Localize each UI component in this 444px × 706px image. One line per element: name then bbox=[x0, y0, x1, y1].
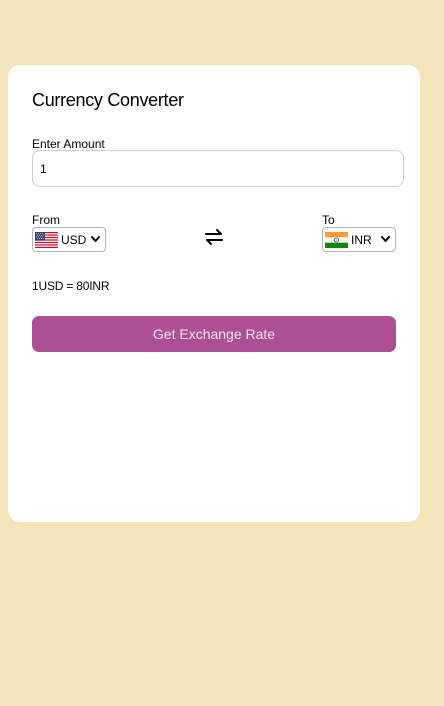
amount-label: Enter Amount bbox=[32, 137, 105, 151]
get-exchange-rate-button[interactable]: Get Exchange Rate bbox=[32, 316, 396, 352]
swap-arrows-icon[interactable] bbox=[204, 227, 224, 247]
page-title: Currency Converter bbox=[32, 90, 184, 110]
to-currency-select[interactable]: INR bbox=[322, 227, 396, 252]
us-flag-icon bbox=[35, 231, 58, 248]
chevron-down-icon bbox=[91, 236, 100, 242]
amount-input[interactable] bbox=[32, 150, 404, 187]
exchange-rate-text: 1USD = 80INR bbox=[32, 279, 110, 293]
from-label: From bbox=[32, 213, 60, 227]
india-flag-icon bbox=[325, 231, 348, 248]
from-currency-code: USD bbox=[61, 232, 87, 247]
converter-card: Currency Converter Enter Amount From USD bbox=[8, 65, 420, 522]
to-label: To bbox=[322, 213, 335, 227]
from-currency-select[interactable]: USD bbox=[32, 227, 106, 252]
chevron-down-icon bbox=[381, 236, 390, 242]
to-currency-code: INR bbox=[351, 232, 372, 247]
